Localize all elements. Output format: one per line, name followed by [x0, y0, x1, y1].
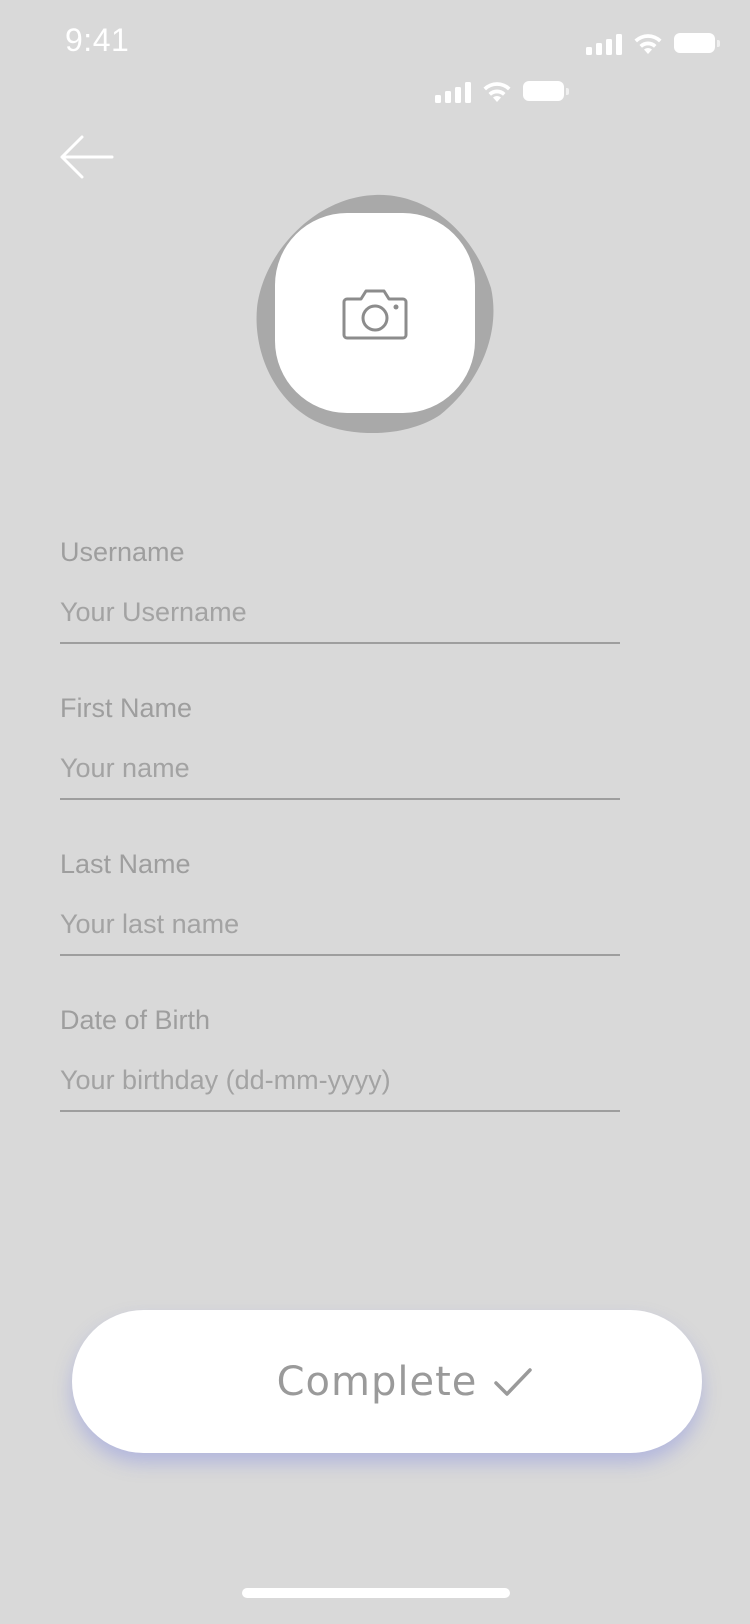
- check-icon: [494, 1367, 533, 1396]
- camera-icon: [342, 289, 408, 340]
- battery-icon: [674, 33, 720, 55]
- battery-icon: [523, 81, 569, 103]
- first-name-label: First Name: [60, 693, 193, 723]
- username-label: Username: [60, 537, 185, 567]
- first-name-input[interactable]: [60, 753, 620, 800]
- last-name-field: Last Name: [60, 847, 620, 956]
- add-photo-button[interactable]: [275, 213, 475, 413]
- first-name-field: First Name: [60, 691, 620, 800]
- wifi-icon: [634, 34, 662, 54]
- wifi-icon: [483, 82, 511, 102]
- arrow-left-icon: [60, 135, 114, 179]
- date-of-birth-input[interactable]: [60, 1065, 620, 1112]
- status-time: 9:41: [65, 22, 130, 58]
- home-indicator: [242, 1588, 510, 1598]
- complete-button[interactable]: Complete: [72, 1310, 702, 1453]
- complete-button-label: Complete: [276, 1358, 478, 1405]
- date-of-birth-label: Date of Birth: [60, 1005, 211, 1035]
- date-of-birth-field: Date of Birth: [60, 1003, 620, 1112]
- signal-icon: [435, 81, 471, 103]
- avatar-photo-picker: [255, 193, 495, 433]
- status-icons-secondary: [435, 80, 569, 104]
- profile-setup-screen: 9:41 Username Your Username First Name Y…: [0, 0, 750, 1624]
- back-button[interactable]: [58, 134, 114, 180]
- username-field: Username: [60, 535, 620, 644]
- status-icons: [586, 32, 720, 56]
- last-name-input[interactable]: [60, 909, 620, 956]
- last-name-label: Last Name: [60, 849, 191, 879]
- username-input[interactable]: [60, 597, 620, 644]
- signal-icon: [586, 33, 622, 55]
